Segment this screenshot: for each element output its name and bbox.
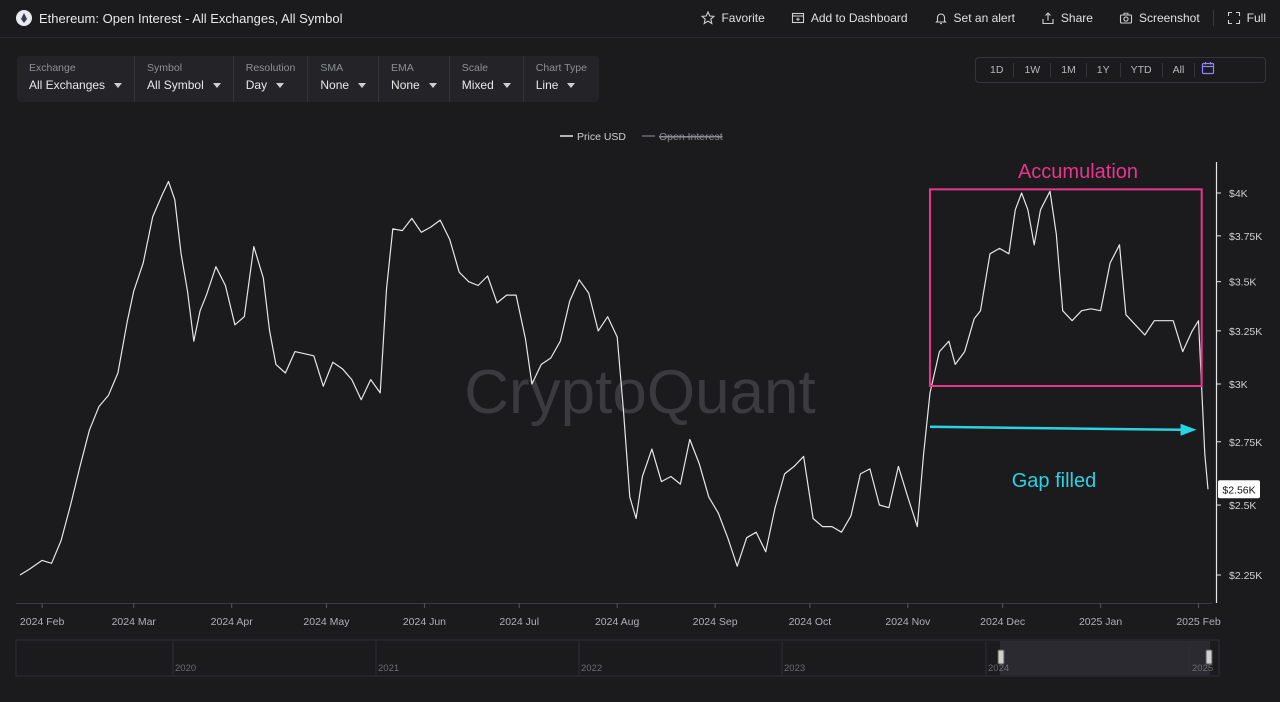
x-tick-label: 2024 Jul: [499, 616, 539, 628]
x-tick-label: 2024 Feb: [20, 616, 65, 628]
legend: Price USD Open Interest: [560, 131, 723, 143]
last-value-marker: $2.56K: [1218, 480, 1260, 499]
x-tick-label: 2024 Sep: [693, 616, 738, 628]
legend-item-price[interactable]: Price USD: [560, 131, 626, 143]
x-tick-label: 2024 Dec: [980, 616, 1025, 628]
y-tick-label: $3K: [1229, 379, 1248, 391]
time-navigator[interactable]: 2020 2021 2022 2023 2024 2025: [15, 639, 1220, 677]
y-tick-label: $4K: [1229, 188, 1248, 200]
y-tick-label: $3.25K: [1229, 326, 1262, 338]
accumulation-label: Accumulation: [1018, 161, 1138, 183]
y-tick-label: $2.75K: [1229, 437, 1262, 449]
gap-arrow: [929, 423, 1197, 436]
gap-filled-label: Gap filled: [1012, 470, 1097, 492]
y-axis-ticks: $4K $3.75K $3.5K $3.25K $3K $2.75K $2.5K $2.25K: [1216, 188, 1262, 582]
navigator-year-label: 2021: [378, 663, 399, 674]
y-tick-label: $3.5K: [1229, 277, 1256, 289]
y-tick-label: $2.5K: [1229, 500, 1256, 512]
gap-arrow-shaft: [929, 425, 1183, 432]
x-tick-label: 2024 Oct: [789, 616, 832, 628]
x-tick-label: 2024 Mar: [112, 616, 157, 628]
x-tick-label: 2024 Nov: [885, 616, 931, 628]
last-value-label: $2.56K: [1222, 484, 1255, 496]
navigator-handle-left[interactable]: [997, 649, 1005, 665]
y-tick-label: $3.75K: [1229, 231, 1262, 243]
navigator-year-label: 2023: [784, 663, 805, 674]
price-chart: Price USD Open Interest CryptoQuant 2024…: [15, 131, 1262, 677]
navigator-year-label: 2022: [581, 663, 602, 674]
x-axis-ticks: 2024 Feb 2024 Mar 2024 Apr 2024 May 2024 Jun…: [20, 603, 1221, 628]
y-tick-label: $2.25K: [1229, 570, 1262, 582]
navigator-year-label: 2025: [1192, 663, 1213, 674]
x-tick-label: 2025 Jan: [1079, 616, 1122, 628]
x-tick-label: 2024 Jun: [403, 616, 446, 628]
x-tick-label: 2024 May: [303, 616, 350, 628]
gap-arrow-head: [1180, 423, 1197, 436]
legend-label-price: Price USD: [577, 131, 626, 143]
navigator-handle-right[interactable]: [1205, 649, 1213, 665]
legend-item-open-interest[interactable]: Open Interest: [642, 131, 723, 143]
x-tick-label: 2024 Apr: [211, 616, 254, 628]
accumulation-box: [928, 188, 1203, 387]
navigator-selection[interactable]: [1000, 641, 1210, 675]
x-tick-label: 2025 Feb: [1176, 616, 1221, 628]
x-tick-label: 2024 Aug: [595, 616, 640, 628]
navigator-year-label: 2024: [988, 663, 1009, 674]
navigator-year-label: 2020: [175, 663, 196, 674]
watermark: CryptoQuant: [464, 358, 816, 427]
